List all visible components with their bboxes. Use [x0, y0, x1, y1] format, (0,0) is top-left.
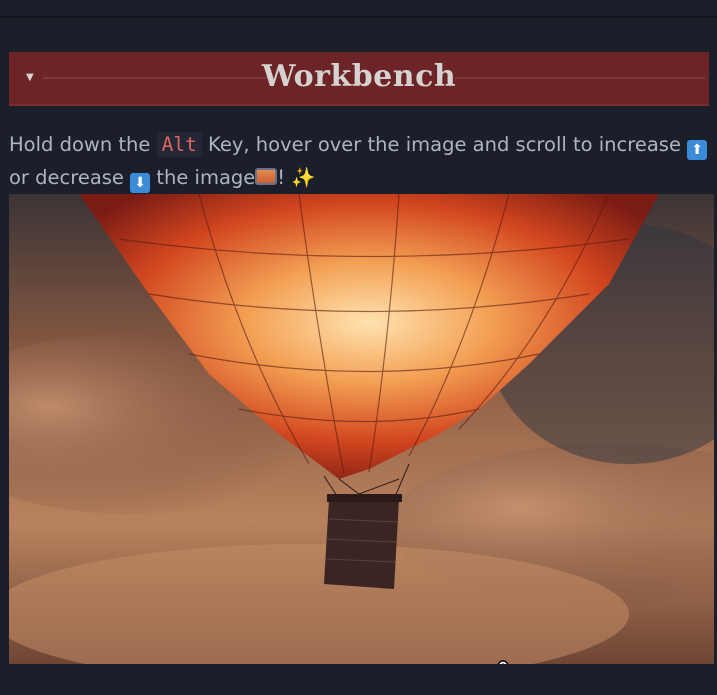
instructions-part-5: !: [277, 166, 292, 189]
sparkles-emoji-icon: ✨: [291, 166, 316, 189]
zoom-in-cursor-icon: [496, 659, 514, 664]
arrow-up-emoji-icon: ⬆: [687, 140, 708, 160]
instructions-text: Hold down the Alt Key, hover over the im…: [9, 128, 709, 194]
zoomable-image[interactable]: [9, 194, 714, 664]
top-divider: [0, 16, 717, 18]
hot-air-balloon-photo: [9, 194, 714, 664]
instructions-part-3: or decrease: [9, 166, 131, 189]
instructions-part-1: Hold down the: [9, 133, 157, 156]
instructions-part-2: Key, hover over the image and scroll to …: [201, 133, 688, 156]
alt-key-code: Alt: [156, 132, 202, 157]
arrow-down-emoji-icon: ⬇: [130, 173, 151, 193]
banner-rule-right: [455, 77, 705, 79]
framed-picture-emoji-icon: [255, 168, 278, 185]
instructions-part-4: the image: [150, 166, 256, 189]
workbench-banner: ▼ Workbench: [9, 52, 709, 106]
